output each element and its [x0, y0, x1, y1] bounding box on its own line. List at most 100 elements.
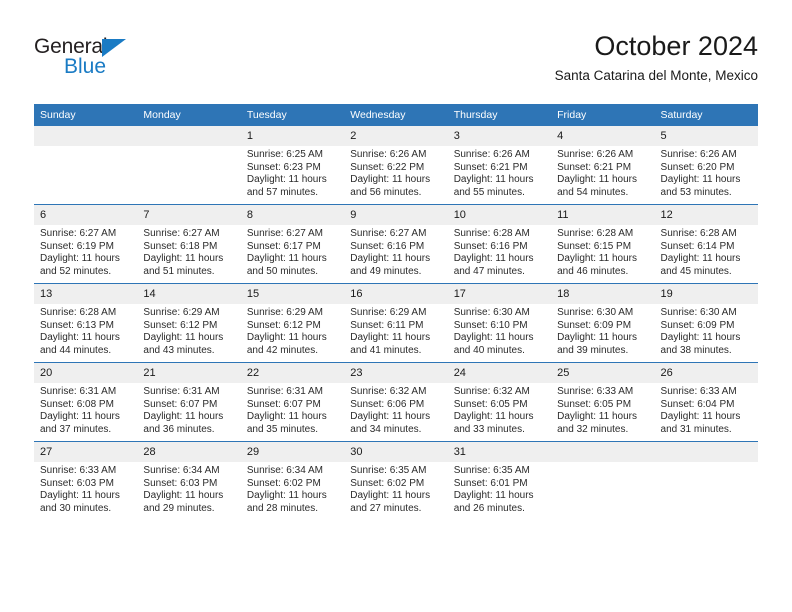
sunset-text: Sunset: 6:07 PM: [143, 398, 218, 410]
page-subtitle-location: Santa Catarina del Monte, Mexico: [554, 68, 758, 83]
daylight-text-line2: and 42 minutes.: [246, 344, 319, 356]
sunset-text: Sunset: 6:04 PM: [660, 398, 735, 410]
sunrise-text: Sunrise: 6:28 AM: [557, 228, 634, 239]
calendar-day-cell[interactable]: 27 Sunrise: 6:33 AM Sunset: 6:03 PM Dayl…: [34, 441, 138, 520]
daylight-text-line1: Daylight: 11 hours: [453, 490, 534, 502]
sunset-text: Sunset: 6:23 PM: [246, 161, 321, 173]
calendar-header-row: Sunday Monday Tuesday Wednesday Thursday…: [34, 104, 758, 126]
daylight-text-line1: Daylight: 11 hours: [660, 332, 741, 344]
calendar-day-cell[interactable]: 12 Sunrise: 6:28 AM Sunset: 6:14 PM Dayl…: [654, 204, 758, 284]
calendar-day-cell[interactable]: 17 Sunrise: 6:30 AM Sunset: 6:10 PM Dayl…: [447, 283, 552, 363]
calendar-day-cell[interactable]: [551, 441, 655, 520]
sunset-text: Sunset: 6:03 PM: [143, 477, 218, 489]
daylight-text-line2: and 38 minutes.: [660, 344, 732, 356]
calendar-day-cell[interactable]: 21 Sunrise: 6:31 AM Sunset: 6:07 PM Dayl…: [137, 362, 241, 442]
calendar-day-cell[interactable]: 9 Sunrise: 6:27 AM Sunset: 6:16 PM Dayli…: [344, 204, 448, 284]
day-number: 13: [34, 284, 138, 304]
calendar-day-cell[interactable]: 31 Sunrise: 6:35 AM Sunset: 6:01 PM Dayl…: [447, 441, 552, 520]
day-number: 28: [137, 442, 241, 462]
daylight-text-line1: Daylight: 11 hours: [453, 253, 534, 265]
day-number: 23: [344, 363, 448, 383]
day-number: [551, 442, 655, 462]
calendar-day-cell[interactable]: 25 Sunrise: 6:33 AM Sunset: 6:05 PM Dayl…: [551, 362, 655, 442]
calendar-day-cell[interactable]: 5 Sunrise: 6:26 AM Sunset: 6:20 PM Dayli…: [654, 126, 758, 205]
calendar-day-cell[interactable]: [654, 441, 758, 520]
calendar-day-cell[interactable]: 30 Sunrise: 6:35 AM Sunset: 6:02 PM Dayl…: [344, 441, 448, 520]
calendar-day-cell[interactable]: 24 Sunrise: 6:32 AM Sunset: 6:05 PM Dayl…: [447, 362, 552, 442]
day-details: Sunrise: 6:29 AM Sunset: 6:12 PM Dayligh…: [241, 304, 344, 357]
column-header-wednesday: Wednesday: [344, 104, 448, 126]
sunset-text: Sunset: 6:21 PM: [453, 161, 528, 173]
calendar-day-cell[interactable]: 23 Sunrise: 6:32 AM Sunset: 6:06 PM Dayl…: [344, 362, 448, 442]
sunset-text: Sunset: 6:16 PM: [453, 240, 528, 252]
day-number: 9: [344, 205, 448, 225]
daylight-text-line2: and 33 minutes.: [453, 423, 525, 435]
daylight-text-line1: Daylight: 11 hours: [40, 253, 120, 265]
day-details: [34, 146, 137, 149]
sunrise-text: Sunrise: 6:25 AM: [246, 149, 323, 160]
calendar-day-cell[interactable]: [137, 126, 241, 205]
day-number: 6: [34, 205, 138, 225]
calendar-body: 1 Sunrise: 6:25 AM Sunset: 6:23 PM Dayli…: [34, 126, 758, 520]
day-number: 10: [447, 205, 552, 225]
calendar-day-cell[interactable]: 15 Sunrise: 6:29 AM Sunset: 6:12 PM Dayl…: [240, 283, 345, 363]
calendar-day-cell[interactable]: 10 Sunrise: 6:28 AM Sunset: 6:16 PM Dayl…: [447, 204, 552, 284]
day-number: 11: [551, 205, 655, 225]
day-details: Sunrise: 6:29 AM Sunset: 6:12 PM Dayligh…: [137, 304, 240, 357]
calendar-day-cell[interactable]: 8 Sunrise: 6:27 AM Sunset: 6:17 PM Dayli…: [240, 204, 345, 284]
calendar-day-cell[interactable]: 26 Sunrise: 6:33 AM Sunset: 6:04 PM Dayl…: [654, 362, 758, 442]
sunrise-sunset-calendar-table: Sunday Monday Tuesday Wednesday Thursday…: [34, 104, 758, 520]
daylight-text-line2: and 43 minutes.: [143, 344, 215, 356]
day-number: 2: [344, 126, 448, 146]
daylight-text-line2: and 51 minutes.: [143, 265, 215, 277]
daylight-text-line2: and 54 minutes.: [557, 186, 629, 198]
calendar-day-cell[interactable]: 13 Sunrise: 6:28 AM Sunset: 6:13 PM Dayl…: [34, 283, 138, 363]
day-details: Sunrise: 6:26 AM Sunset: 6:20 PM Dayligh…: [655, 146, 758, 199]
calendar-day-cell[interactable]: 1 Sunrise: 6:25 AM Sunset: 6:23 PM Dayli…: [240, 126, 345, 205]
calendar-week-row: 20 Sunrise: 6:31 AM Sunset: 6:08 PM Dayl…: [34, 362, 758, 442]
calendar-day-cell[interactable]: 29 Sunrise: 6:34 AM Sunset: 6:02 PM Dayl…: [240, 441, 345, 520]
sunset-text: Sunset: 6:21 PM: [557, 161, 632, 173]
daylight-text-line2: and 57 minutes.: [246, 186, 319, 198]
day-details: Sunrise: 6:33 AM Sunset: 6:03 PM Dayligh…: [34, 462, 137, 515]
calendar-day-cell[interactable]: 22 Sunrise: 6:31 AM Sunset: 6:07 PM Dayl…: [240, 362, 345, 442]
calendar-day-cell[interactable]: 18 Sunrise: 6:30 AM Sunset: 6:09 PM Dayl…: [551, 283, 655, 363]
day-number: 29: [240, 442, 345, 462]
daylight-text-line1: Daylight: 11 hours: [350, 253, 431, 265]
day-details: Sunrise: 6:33 AM Sunset: 6:05 PM Dayligh…: [551, 383, 654, 436]
calendar-day-cell[interactable]: 28 Sunrise: 6:34 AM Sunset: 6:03 PM Dayl…: [137, 441, 241, 520]
calendar-day-cell[interactable]: [34, 126, 138, 205]
sunrise-text: Sunrise: 6:35 AM: [453, 465, 530, 476]
general-blue-logo: General Blue: [34, 36, 234, 86]
calendar-day-cell[interactable]: 11 Sunrise: 6:28 AM Sunset: 6:15 PM Dayl…: [551, 204, 655, 284]
daylight-text-line1: Daylight: 11 hours: [246, 332, 327, 344]
day-details: Sunrise: 6:26 AM Sunset: 6:21 PM Dayligh…: [448, 146, 551, 199]
calendar-day-cell[interactable]: 7 Sunrise: 6:27 AM Sunset: 6:18 PM Dayli…: [137, 204, 241, 284]
daylight-text-line1: Daylight: 11 hours: [246, 490, 327, 502]
day-details: Sunrise: 6:25 AM Sunset: 6:23 PM Dayligh…: [241, 146, 344, 199]
sunset-text: Sunset: 6:19 PM: [40, 240, 114, 252]
day-number: 24: [447, 363, 552, 383]
logo-text-blue: Blue: [64, 55, 107, 78]
sunset-text: Sunset: 6:05 PM: [557, 398, 632, 410]
daylight-text-line1: Daylight: 11 hours: [143, 411, 224, 423]
daylight-text-line2: and 53 minutes.: [660, 186, 732, 198]
day-number: 27: [34, 442, 138, 462]
calendar-day-cell[interactable]: 3 Sunrise: 6:26 AM Sunset: 6:21 PM Dayli…: [447, 126, 552, 205]
calendar-day-cell[interactable]: 14 Sunrise: 6:29 AM Sunset: 6:12 PM Dayl…: [137, 283, 241, 363]
calendar-day-cell[interactable]: 19 Sunrise: 6:30 AM Sunset: 6:09 PM Dayl…: [654, 283, 758, 363]
daylight-text-line1: Daylight: 11 hours: [453, 332, 534, 344]
day-number: 21: [137, 363, 241, 383]
calendar-day-cell[interactable]: 4 Sunrise: 6:26 AM Sunset: 6:21 PM Dayli…: [551, 126, 655, 205]
sunrise-text: Sunrise: 6:30 AM: [453, 307, 530, 318]
calendar-week-row: 27 Sunrise: 6:33 AM Sunset: 6:03 PM Dayl…: [34, 441, 758, 520]
sunrise-text: Sunrise: 6:34 AM: [246, 465, 323, 476]
day-details: Sunrise: 6:26 AM Sunset: 6:22 PM Dayligh…: [344, 146, 447, 199]
calendar-day-cell[interactable]: 6 Sunrise: 6:27 AM Sunset: 6:19 PM Dayli…: [34, 204, 138, 284]
sunrise-text: Sunrise: 6:32 AM: [350, 386, 427, 397]
calendar-day-cell[interactable]: 16 Sunrise: 6:29 AM Sunset: 6:11 PM Dayl…: [344, 283, 448, 363]
day-number: 17: [447, 284, 552, 304]
calendar-day-cell[interactable]: 2 Sunrise: 6:26 AM Sunset: 6:22 PM Dayli…: [344, 126, 448, 205]
calendar-day-cell[interactable]: 20 Sunrise: 6:31 AM Sunset: 6:08 PM Dayl…: [34, 362, 138, 442]
sunrise-text: Sunrise: 6:26 AM: [453, 149, 530, 160]
